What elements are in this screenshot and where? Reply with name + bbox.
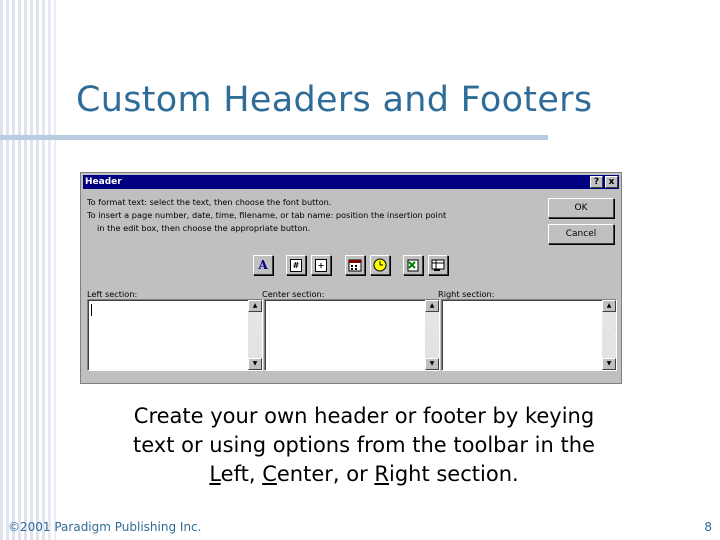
font-icon: A <box>258 258 268 272</box>
body-line-1: Create your own header or footer by keyi… <box>133 404 595 428</box>
filename-button[interactable] <box>403 255 423 275</box>
left-section-scrollbar[interactable]: ▲ ▼ <box>248 300 262 370</box>
scroll-up-arrow-icon[interactable]: ▲ <box>248 300 262 312</box>
slide-body-text: Create your own header or footer by keyi… <box>90 402 638 489</box>
sheet-name-button[interactable] <box>428 255 448 275</box>
sheet-tab-icon <box>431 259 445 271</box>
decorative-stripes-fade <box>40 0 80 540</box>
hotkey-r: R <box>374 462 389 486</box>
body-line-2: text or using options from the toolbar i… <box>133 433 595 457</box>
title-underline <box>0 135 548 140</box>
total-pages-button[interactable]: + <box>311 255 331 275</box>
left-section-input[interactable]: ▲ ▼ <box>87 299 263 371</box>
body-line-3-part3: ight section. <box>388 462 519 486</box>
right-section-scrollbar[interactable]: ▲ ▼ <box>602 300 616 370</box>
body-line-3: Left, Center, or Right section. <box>90 460 638 489</box>
page-number-icon: # <box>290 258 302 272</box>
right-section-label: Right section: <box>438 289 495 299</box>
hotkey-l: L <box>209 462 221 486</box>
instruction-insert-field-cont: in the edit box, then choose the appropr… <box>97 223 311 233</box>
body-line-3-part2: enter, or <box>276 462 375 486</box>
scroll-down-arrow-icon[interactable]: ▼ <box>248 358 262 370</box>
ok-button[interactable]: OK <box>548 198 614 218</box>
calendar-icon <box>348 259 362 272</box>
scroll-up-arrow-icon[interactable]: ▲ <box>425 300 439 312</box>
dialog-titlebar: Header ? x <box>83 175 619 189</box>
total-pages-icon: + <box>315 258 327 272</box>
date-button[interactable] <box>345 255 365 275</box>
center-section-scrollbar[interactable]: ▲ ▼ <box>425 300 439 370</box>
footer-copyright: ©2001 Paradigm Publishing Inc. <box>8 520 202 534</box>
scroll-up-arrow-icon[interactable]: ▲ <box>602 300 616 312</box>
dialog-title: Header <box>85 177 122 187</box>
center-section-label: Center section: <box>262 289 325 299</box>
workbook-icon <box>407 259 419 272</box>
help-button[interactable]: ? <box>590 176 603 188</box>
scroll-down-arrow-icon[interactable]: ▼ <box>425 358 439 370</box>
slide-title: Custom Headers and Footers <box>76 80 593 120</box>
right-section-input[interactable]: ▲ ▼ <box>441 299 617 371</box>
clock-icon <box>373 258 387 272</box>
close-button[interactable]: x <box>605 176 618 188</box>
text-caret <box>91 304 92 316</box>
left-section-label: Left section: <box>87 289 138 299</box>
header-dialog: Header ? x To format text: select the te… <box>80 172 622 384</box>
hotkey-c: C <box>262 462 277 486</box>
body-line-3-part1: eft, <box>220 462 263 486</box>
page-number-button[interactable]: # <box>286 255 306 275</box>
time-button[interactable] <box>370 255 390 275</box>
instruction-insert-field: To insert a page number, date, time, fil… <box>87 210 447 220</box>
page-number: 8 <box>704 520 712 534</box>
center-section-input[interactable]: ▲ ▼ <box>264 299 440 371</box>
cancel-button[interactable]: Cancel <box>548 224 614 244</box>
instruction-format-text: To format text: select the text, then ch… <box>87 197 332 207</box>
scroll-down-arrow-icon[interactable]: ▼ <box>602 358 616 370</box>
font-button[interactable]: A <box>253 255 273 275</box>
